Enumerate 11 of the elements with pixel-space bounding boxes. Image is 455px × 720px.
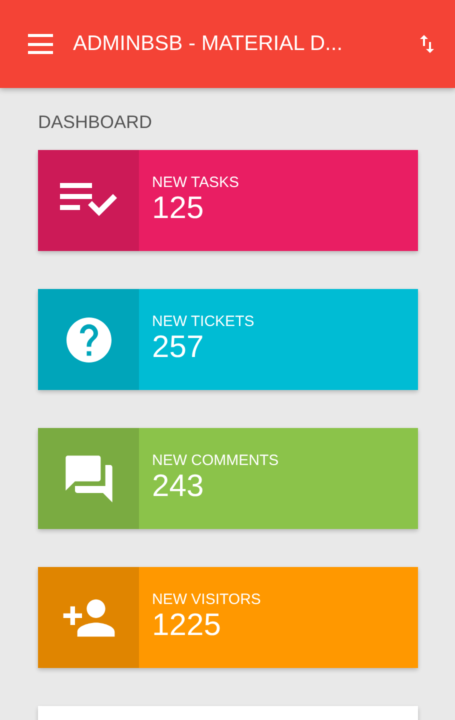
card-label: NEW VISITORS [152, 591, 261, 608]
card-count: 1225 [152, 608, 221, 642]
card-count: 125 [152, 191, 204, 225]
card-label: NEW TASKS [152, 174, 239, 191]
card-label: NEW COMMENTS [152, 452, 279, 469]
app-title: ADMINBSB - MATERIAL D... [73, 32, 344, 56]
card-count: 243 [152, 469, 204, 503]
menu-button[interactable] [28, 34, 53, 54]
card-label: NEW TICKETS [152, 313, 254, 330]
card-count: 257 [152, 330, 204, 364]
section-title: DASHBOARD [38, 112, 154, 132]
